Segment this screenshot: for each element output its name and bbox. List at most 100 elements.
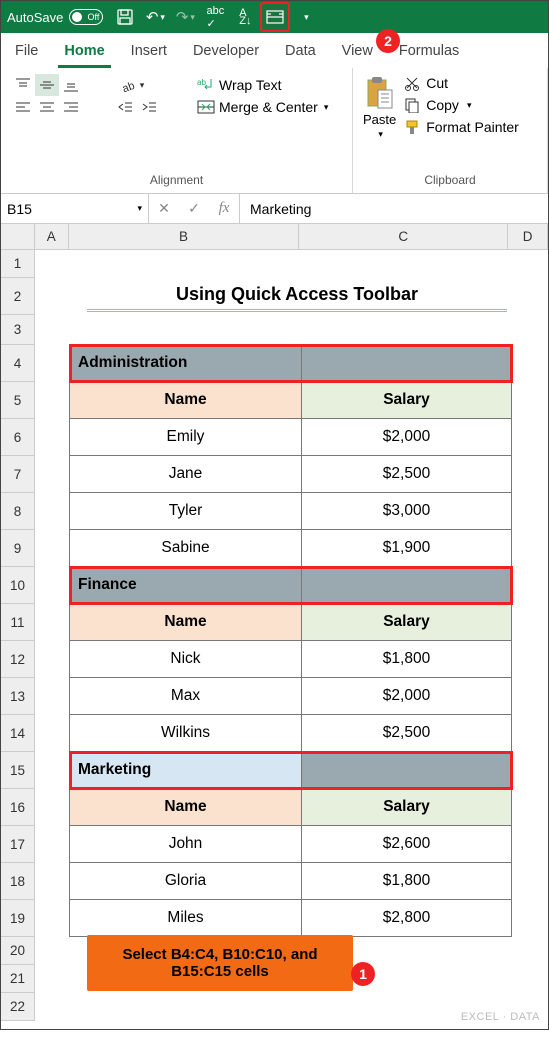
tab-file[interactable]: File [9, 39, 44, 68]
merge-center-button[interactable]: Merge & Center▾ [191, 96, 334, 118]
col-salary[interactable]: Salary [302, 604, 512, 641]
col-salary[interactable]: Salary [302, 382, 512, 419]
cell[interactable]: $1,900 [302, 530, 512, 567]
align-right-icon[interactable] [59, 96, 83, 118]
cell[interactable]: Nick [70, 641, 302, 678]
cell[interactable] [302, 345, 512, 382]
cell[interactable]: Emily [70, 419, 302, 456]
col-salary[interactable]: Salary [302, 789, 512, 826]
row-header[interactable]: 5 [1, 382, 35, 419]
row-header[interactable]: 15 [1, 752, 35, 789]
col-header-a[interactable]: A [35, 224, 69, 250]
autosave-state: Off [88, 12, 100, 22]
col-header-c[interactable]: C [299, 224, 508, 250]
formula-value[interactable]: Marketing [240, 201, 321, 217]
row-header[interactable]: 1 [1, 250, 35, 278]
row-header[interactable]: 20 [1, 937, 35, 965]
cell[interactable]: $2,500 [302, 715, 512, 752]
tab-insert[interactable]: Insert [125, 39, 173, 68]
row-headers: 1 2 3 4 5 6 7 8 9 10 11 12 13 14 15 16 1… [1, 250, 35, 1061]
row-header[interactable]: 21 [1, 965, 35, 993]
col-header-b[interactable]: B [69, 224, 300, 250]
cell[interactable]: $3,000 [302, 493, 512, 530]
wrap-text-button[interactable]: ab Wrap Text [191, 74, 334, 96]
row-header[interactable]: 8 [1, 493, 35, 530]
increase-indent-icon[interactable] [137, 96, 161, 118]
cancel-formula-icon[interactable]: ✕ [149, 200, 179, 217]
decrease-indent-icon[interactable] [113, 96, 137, 118]
section-header[interactable]: Administration [70, 345, 302, 382]
cell[interactable]: Sabine [70, 530, 302, 567]
align-bottom-icon[interactable] [59, 74, 83, 96]
cell[interactable]: Tyler [70, 493, 302, 530]
merge-across-icon[interactable] [261, 3, 289, 31]
cell[interactable] [302, 752, 512, 789]
cell[interactable]: $2,000 [302, 678, 512, 715]
copy-button[interactable]: Copy▾ [402, 96, 521, 114]
cell[interactable]: $1,800 [302, 863, 512, 900]
name-box-dropdown-icon[interactable]: ▾ [135, 203, 142, 214]
cell[interactable]: John [70, 826, 302, 863]
align-top-icon[interactable] [11, 74, 35, 96]
tab-data[interactable]: Data [279, 39, 322, 68]
row-header[interactable]: 2 [1, 278, 35, 315]
cell[interactable] [302, 567, 512, 604]
row-header[interactable]: 18 [1, 863, 35, 900]
row-header[interactable]: 12 [1, 641, 35, 678]
cell[interactable]: $1,800 [302, 641, 512, 678]
cell[interactable]: $2,500 [302, 456, 512, 493]
format-painter-button[interactable]: Format Painter [402, 118, 521, 136]
cell[interactable]: $2,800 [302, 900, 512, 937]
qat-customize-icon[interactable]: ▾ [291, 3, 319, 31]
redo-icon[interactable]: ↷▾ [171, 3, 199, 31]
toggle-switch[interactable]: Off [69, 9, 103, 25]
accept-formula-icon[interactable]: ✓ [179, 200, 209, 217]
row-header[interactable]: 6 [1, 419, 35, 456]
align-center-icon[interactable] [35, 96, 59, 118]
row-header[interactable]: 7 [1, 456, 35, 493]
row-header[interactable]: 3 [1, 315, 35, 345]
name-box[interactable]: B15 ▾ [1, 194, 149, 223]
tab-home[interactable]: Home [58, 39, 110, 68]
section-header[interactable]: Marketing [70, 752, 302, 789]
tab-view[interactable]: View [336, 39, 379, 68]
cut-button[interactable]: Cut [402, 74, 521, 92]
row-header[interactable]: 13 [1, 678, 35, 715]
autosave-toggle[interactable]: AutoSave Off [7, 9, 103, 25]
col-name[interactable]: Name [70, 789, 302, 826]
sort-icon[interactable]: AZ↓ [231, 3, 259, 31]
orientation-icon[interactable]: ab▾ [113, 74, 153, 96]
row-header[interactable]: 14 [1, 715, 35, 752]
align-middle-icon[interactable] [35, 74, 59, 96]
col-name[interactable]: Name [70, 604, 302, 641]
row-header[interactable]: 17 [1, 826, 35, 863]
cell[interactable]: Miles [70, 900, 302, 937]
fx-icon[interactable]: fx [209, 200, 239, 217]
align-left-icon[interactable] [11, 96, 35, 118]
paste-button[interactable]: Paste▾ [361, 74, 398, 142]
section-header[interactable]: Finance [70, 567, 302, 604]
cell[interactable]: Wilkins [70, 715, 302, 752]
row-header[interactable]: 10 [1, 567, 35, 604]
save-icon[interactable] [111, 3, 139, 31]
cell[interactable]: $2,000 [302, 419, 512, 456]
row-header[interactable]: 22 [1, 993, 35, 1021]
row-header[interactable]: 19 [1, 900, 35, 937]
cell[interactable]: $2,600 [302, 826, 512, 863]
row-header[interactable]: 11 [1, 604, 35, 641]
tab-developer[interactable]: Developer [187, 39, 265, 68]
undo-icon[interactable]: ↶▾ [141, 3, 169, 31]
cell-area[interactable]: Using Quick Access Toolbar Administratio… [35, 250, 548, 1061]
row-header[interactable]: 9 [1, 530, 35, 567]
col-header-d[interactable]: D [508, 224, 548, 250]
spellcheck-icon[interactable]: abc✓ [201, 3, 229, 31]
cell[interactable]: Gloria [70, 863, 302, 900]
cell[interactable]: Max [70, 678, 302, 715]
col-name[interactable]: Name [70, 382, 302, 419]
row-header[interactable]: 4 [1, 345, 35, 382]
select-all-corner[interactable] [1, 224, 35, 250]
tab-formulas[interactable]: Formulas [393, 39, 465, 68]
name-box-value: B15 [7, 201, 32, 217]
cell[interactable]: Jane [70, 456, 302, 493]
row-header[interactable]: 16 [1, 789, 35, 826]
